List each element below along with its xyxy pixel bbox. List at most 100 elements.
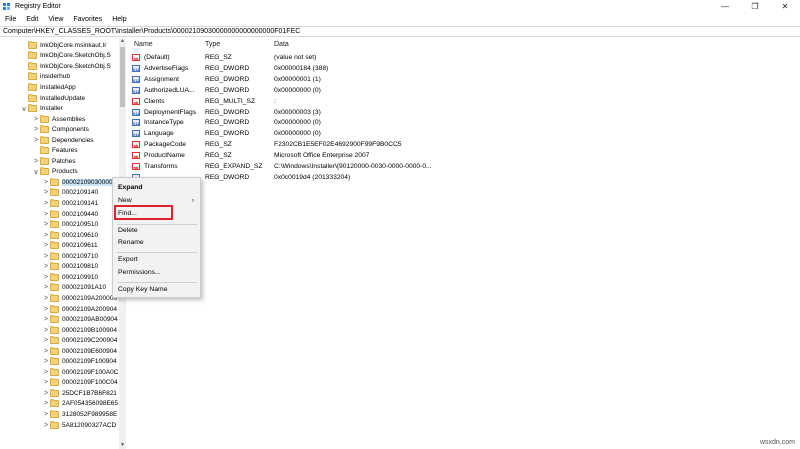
scroll-down-icon[interactable]: ▼: [119, 442, 126, 449]
column-header-name[interactable]: Name: [134, 41, 153, 48]
value-row[interactable]: 011 AuthorizedLUA... REG_DWORD 0x00000000 (…: [131, 85, 800, 96]
tree-node[interactable]: > Patches: [32, 156, 76, 167]
tree-node[interactable]: InstalledUpdate: [20, 93, 85, 104]
chevron-right-icon[interactable]: >: [42, 211, 50, 218]
tree-node[interactable]: >00002109F100A0C: [42, 367, 118, 378]
tree-node[interactable]: >0002109910: [42, 272, 98, 283]
chevron-right-icon[interactable]: >: [42, 232, 50, 239]
column-header-type[interactable]: Type: [205, 41, 220, 48]
value-row[interactable]: 011 DeploymentFlags REG_DWORD 0x00000003 (3…: [131, 107, 800, 118]
chevron-right-icon[interactable]: >: [42, 189, 50, 196]
tree-node[interactable]: >0002109141: [42, 198, 98, 209]
tree-node[interactable]: InkObjCore.SketchObj.S: [20, 51, 111, 62]
menu-item-copy-key-name[interactable]: Copy Key Name: [113, 284, 200, 296]
minimize-button[interactable]: —: [710, 0, 740, 13]
tree-node[interactable]: >0002109611: [42, 240, 98, 251]
chevron-right-icon[interactable]: >: [42, 200, 50, 207]
tree-node[interactable]: >00002109F100C04: [42, 378, 118, 389]
tree-node[interactable]: InkObjCore.SketchObj.S: [20, 61, 111, 72]
value-row[interactable]: ab Clients REG_MULTI_SZ:: [131, 96, 800, 107]
menu-favorites[interactable]: Favorites: [73, 16, 102, 23]
tree-node[interactable]: >0002109810: [42, 262, 98, 273]
chevron-right-icon[interactable]: >: [42, 253, 50, 260]
tree-node[interactable]: >00002109B100904: [42, 325, 117, 336]
chevron-right-icon[interactable]: >: [42, 306, 50, 313]
chevron-right-icon[interactable]: >: [42, 263, 50, 270]
menu-item-expand[interactable]: Expand: [113, 182, 200, 194]
chevron-right-icon[interactable]: >: [42, 221, 50, 228]
close-button[interactable]: ✕: [770, 0, 800, 13]
menu-item-delete[interactable]: Delete: [113, 225, 200, 237]
chevron-right-icon[interactable]: >: [42, 284, 50, 291]
tree-node[interactable]: >00002109F100904: [42, 357, 117, 368]
menu-help[interactable]: Help: [112, 16, 126, 23]
tree-node[interactable]: >0002109510: [42, 219, 98, 230]
tree-node[interactable]: insiderhub: [20, 72, 70, 83]
tree-node[interactable]: >000021091A10: [42, 283, 106, 294]
chevron-right-icon[interactable]: >: [32, 158, 40, 165]
chevron-right-icon[interactable]: >: [42, 411, 50, 418]
tree-node[interactable]: >3128052F989958E: [42, 409, 117, 420]
chevron-down-icon[interactable]: ∨: [20, 105, 28, 113]
column-header-data[interactable]: Data: [274, 41, 289, 48]
tree-node[interactable]: >00002109E600904: [42, 346, 117, 357]
chevron-right-icon[interactable]: >: [42, 348, 50, 355]
chevron-right-icon[interactable]: >: [42, 390, 50, 397]
tree-node[interactable]: >00002109C200904: [42, 335, 117, 346]
tree-node[interactable]: >25DCF1B7B6F821: [42, 388, 117, 399]
menu-edit[interactable]: Edit: [26, 16, 38, 23]
chevron-down-icon[interactable]: ∨: [32, 168, 40, 176]
tree-node[interactable]: >0002109140: [42, 188, 98, 199]
chevron-right-icon[interactable]: >: [42, 316, 50, 323]
chevron-right-icon[interactable]: >: [42, 369, 50, 376]
value-row[interactable]: 011 AdvertiseFlags REG_DWORD 0x00000184 (38…: [131, 63, 800, 74]
tree-node[interactable]: >0002109710: [42, 251, 98, 262]
menu-item-export[interactable]: Export: [113, 254, 200, 266]
tree-node[interactable]: >00002109A200000: [42, 293, 117, 304]
value-row[interactable]: ab Transforms REG_EXPAND_SZ C:\Windows\Inst…: [131, 161, 800, 172]
chevron-right-icon[interactable]: >: [42, 422, 50, 429]
value-row[interactable]: ab ProductName REG_SZ Microsoft Office Ente…: [131, 150, 800, 161]
tree-node[interactable]: >00002109030000: [42, 177, 113, 188]
chevron-right-icon[interactable]: >: [42, 400, 50, 407]
tree-node[interactable]: ∨ Products: [32, 167, 78, 178]
tree-node[interactable]: >2AF054356098E65: [42, 399, 118, 410]
menu-file[interactable]: File: [5, 16, 16, 23]
chevron-right-icon[interactable]: >: [42, 179, 50, 186]
tree-node[interactable]: InstalledApp: [20, 82, 76, 93]
tree-node[interactable]: >00002109A200904: [42, 304, 117, 315]
menu-item-permissions[interactable]: Permissions...: [113, 267, 200, 279]
value-row[interactable]: 011 Language REG_DWORD 0x00000000 (0): [131, 128, 800, 139]
value-row[interactable]: 011REG_DWORD0x0c0019d4 (201333204): [131, 172, 800, 183]
chevron-right-icon[interactable]: >: [42, 337, 50, 344]
chevron-right-icon[interactable]: >: [42, 327, 50, 334]
tree-node[interactable]: > Assemblies: [32, 114, 85, 125]
chevron-right-icon[interactable]: >: [42, 274, 50, 281]
chevron-right-icon[interactable]: >: [32, 126, 40, 133]
tree-node[interactable]: >0002109440: [42, 209, 98, 220]
tree-node[interactable]: InkObjCore.msinkaut.Ir: [20, 40, 106, 51]
chevron-right-icon[interactable]: >: [42, 295, 50, 302]
tree-node[interactable]: > Dependencies: [32, 135, 94, 146]
tree-node[interactable]: > Components: [32, 124, 89, 135]
tree-node[interactable]: Features: [32, 146, 78, 157]
tree-node[interactable]: >0002109610: [42, 230, 98, 241]
menu-view[interactable]: View: [48, 16, 63, 23]
chevron-right-icon[interactable]: >: [42, 242, 50, 249]
value-row[interactable]: 011 Assignment REG_DWORD 0x00000001 (1): [131, 74, 800, 85]
menu-item-rename[interactable]: Rename: [113, 237, 200, 249]
scroll-up-icon[interactable]: ▲: [119, 38, 126, 45]
value-row[interactable]: ab (Default) REG_SZ (value not set): [131, 52, 800, 63]
chevron-right-icon[interactable]: >: [42, 358, 50, 365]
value-row[interactable]: 011 InstanceType REG_DWORD 0x00000000 (0): [131, 117, 800, 128]
chevron-right-icon[interactable]: >: [32, 116, 40, 123]
address-bar[interactable]: Computer\HKEY_CLASSES_ROOT\Installer\Pro…: [0, 26, 800, 37]
scrollbar-thumb[interactable]: [120, 47, 125, 107]
chevron-right-icon[interactable]: >: [32, 137, 40, 144]
tree-node[interactable]: >00002109AB00904: [42, 314, 118, 325]
tree-node[interactable]: >5A812090327ACD: [42, 420, 116, 431]
chevron-right-icon[interactable]: >: [42, 379, 50, 386]
maximize-button[interactable]: ❐: [740, 0, 770, 13]
tree-node[interactable]: ∨ Installer: [20, 103, 63, 114]
value-row[interactable]: ab PackageCode REG_SZ F2302CB1E5EF02E469290…: [131, 139, 800, 150]
